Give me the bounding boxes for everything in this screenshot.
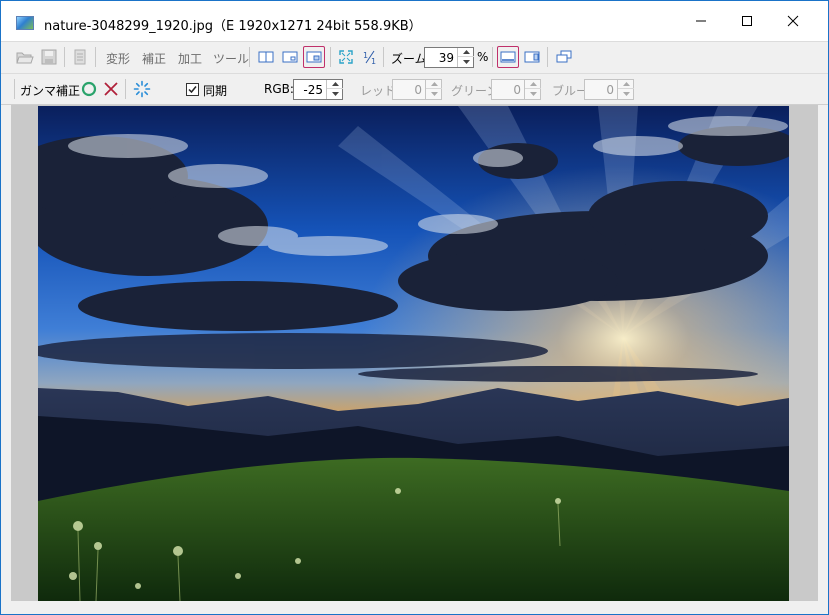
cancel-x-icon [104,82,118,96]
rgb-value: -25 [303,83,323,97]
red-value: 0 [414,83,422,97]
blue-down-arrow-icon[interactable] [618,89,634,98]
fit-window-icon [339,50,353,64]
window-mode-icon [556,50,572,63]
apply-circle-icon [81,81,97,97]
green-value: 0 [513,83,521,97]
svg-text:1: 1 [371,57,376,65]
image-preview[interactable] [38,106,789,601]
maximize-button[interactable] [724,1,770,41]
sync-checkbox[interactable] [186,83,199,96]
preview-button[interactable] [131,78,153,100]
minimize-icon [696,20,706,22]
toolbar-separator [330,47,331,67]
zoom-stepper[interactable] [457,48,474,67]
blue-up-arrow-icon[interactable] [618,80,634,89]
gamma-mode-label: ガンマ補正 [20,84,81,98]
close-icon [787,15,799,27]
app-window: nature-3048299_1920.jpg（E 1920x1271 24bi… [0,0,829,615]
toolbar-separator [547,47,548,67]
green-input[interactable]: 0 [491,79,541,100]
toolbar-separator [64,47,65,67]
layout-a-icon [282,51,298,63]
red-stepper[interactable] [425,80,442,99]
check-icon [188,86,197,94]
bottom-edge [1,601,828,614]
split-view-icon [258,51,274,63]
window-title: nature-3048299_1920.jpg（E 1920x1271 24bi… [44,19,422,34]
folder-open-icon [16,52,34,64]
red-input[interactable]: 0 [392,79,442,100]
page-icon [74,49,86,65]
menu-tools[interactable]: ツール [213,50,249,67]
toolbar-separator [14,79,15,99]
zoom-unit: % [477,50,489,64]
toolbar-separator [249,47,250,67]
layout-b-button[interactable] [303,46,325,68]
toolbar-separator [95,47,96,67]
zoom-value: 39 [438,51,454,65]
fit-window-button[interactable] [335,46,357,68]
open-file-button[interactable] [14,46,36,68]
zoom-input[interactable]: 39 [424,47,474,68]
panel-a-button[interactable] [497,46,519,68]
split-view-button[interactable] [255,46,277,68]
toolbar-separator [125,79,126,99]
save-icon [41,49,57,65]
rgb-up-arrow-icon[interactable] [327,80,343,89]
rgb-input[interactable]: -25 [293,79,343,100]
green-down-arrow-icon[interactable] [525,89,541,98]
green-up-arrow-icon[interactable] [525,80,541,89]
blue-value: 0 [606,83,614,97]
close-button[interactable] [770,1,816,41]
cancel-button[interactable] [100,78,122,100]
panel-a-icon [500,51,516,63]
layout-b-icon [306,51,322,63]
zoom-down-arrow-icon[interactable] [458,57,474,66]
toolbar-separator [492,47,493,67]
page-button[interactable] [69,46,91,68]
panel-b-button[interactable] [521,46,543,68]
blue-input[interactable]: 0 [584,79,634,100]
zoom-up-arrow-icon[interactable] [458,48,474,57]
toolbar-separator [383,47,384,67]
landscape-photo [38,106,789,601]
maximize-icon [742,16,752,26]
red-down-arrow-icon[interactable] [426,89,442,98]
actual-size-icon: 11 [363,50,376,65]
layout-a-button[interactable] [279,46,301,68]
sync-label[interactable]: 同期 [203,82,227,99]
blue-stepper[interactable] [617,80,634,99]
red-up-arrow-icon[interactable] [426,80,442,89]
gamma-toolbar: ガンマ補正 同期 RGB: -25 レッド: 0 グリーン: 0 ブルー: 0 [1,73,828,105]
menu-process[interactable]: 加工 [178,50,202,67]
rgb-down-arrow-icon[interactable] [327,89,343,98]
actual-size-button[interactable]: 11 [359,46,381,68]
title-bar: nature-3048299_1920.jpg（E 1920x1271 24bi… [1,1,828,41]
menu-correction[interactable]: 補正 [142,50,166,67]
preview-sparkle-icon [133,80,151,98]
green-stepper[interactable] [524,80,541,99]
apply-button[interactable] [78,78,100,100]
rgb-label: RGB: [264,82,294,96]
rgb-stepper[interactable] [326,80,343,99]
main-toolbar: 変形 補正 加工 ツール 11 ズーム: 39 % [1,41,828,73]
minimize-button[interactable] [678,1,724,41]
window-mode-button[interactable] [553,46,575,68]
panel-b-icon [524,51,540,63]
menu-transform[interactable]: 変形 [106,50,130,67]
save-file-button[interactable] [38,46,60,68]
svg-text:1: 1 [363,51,368,60]
app-image-icon [16,16,34,30]
